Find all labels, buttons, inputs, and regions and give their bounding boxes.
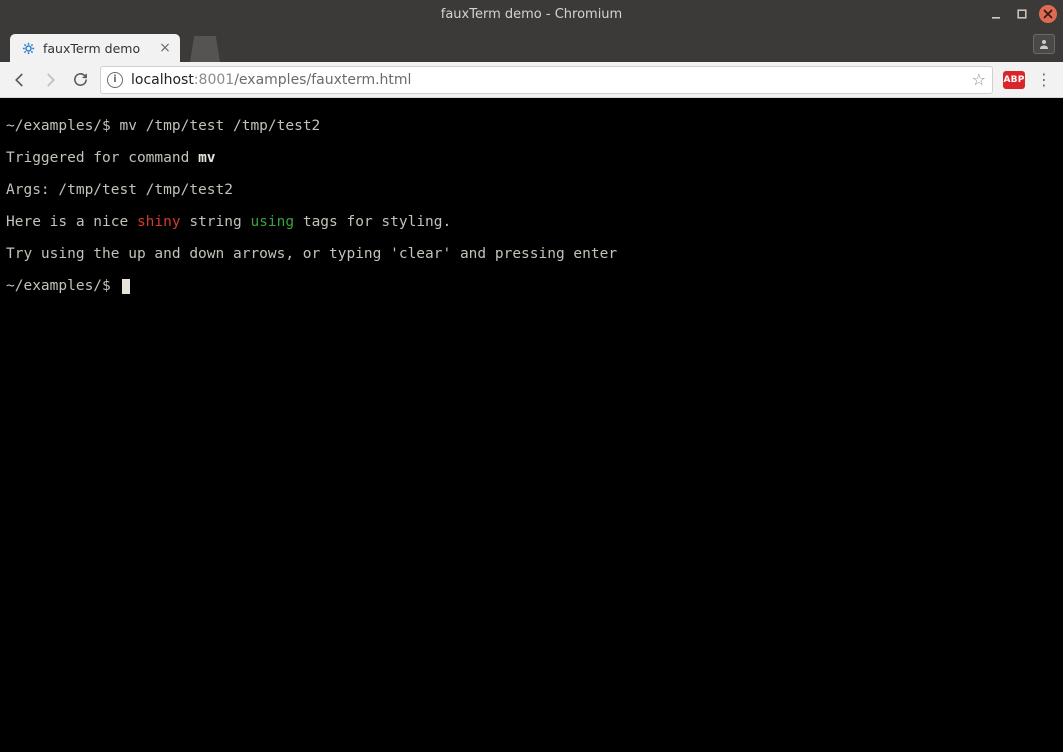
nav-back-button[interactable] (6, 66, 34, 94)
terminal-area[interactable]: ~/examples/$ mv /tmp/test /tmp/test2 Tri… (0, 98, 1063, 752)
window-titlebar: fauxTerm demo - Chromium (0, 0, 1063, 28)
bookmark-star-icon[interactable]: ☆ (972, 70, 986, 89)
window-close-button[interactable] (1039, 5, 1057, 23)
browser-toolbar: i localhost:8001/examples/fauxterm.html … (0, 62, 1063, 98)
site-info-icon[interactable]: i (107, 72, 123, 88)
url-path: /examples/fauxterm.html (234, 72, 411, 88)
url-host: localhost (131, 72, 194, 88)
nav-forward-button[interactable] (36, 66, 64, 94)
terminal-prompt-line: ~/examples/$ (6, 278, 1057, 294)
tab-close-button[interactable]: × (158, 41, 172, 55)
extension-abp-icon[interactable]: ABP (1003, 71, 1025, 89)
nav-reload-button[interactable] (66, 66, 94, 94)
browser-tab-active[interactable]: fauxTerm demo × (10, 34, 180, 62)
url-omnibox[interactable]: i localhost:8001/examples/fauxterm.html … (100, 66, 993, 94)
window-minimize-button[interactable] (987, 5, 1005, 23)
browser-account-button[interactable] (1033, 34, 1055, 54)
window-title: fauxTerm demo - Chromium (0, 7, 1063, 22)
terminal-line: Args: /tmp/test /tmp/test2 (6, 182, 1057, 198)
terminal-cursor (122, 279, 130, 294)
new-tab-button[interactable] (190, 36, 220, 62)
url-port: :8001 (194, 72, 234, 88)
terminal-line: Here is a nice shiny string using tags f… (6, 214, 1057, 230)
browser-tabstrip: fauxTerm demo × (0, 28, 1063, 62)
tab-title: fauxTerm demo (43, 41, 140, 56)
window-maximize-button[interactable] (1013, 5, 1031, 23)
terminal-line: Triggered for command mv (6, 150, 1057, 166)
terminal-line: ~/examples/$ mv /tmp/test /tmp/test2 (6, 118, 1057, 134)
browser-menu-button[interactable]: ⋮ (1031, 70, 1057, 89)
terminal-line: Try using the up and down arrows, or typ… (6, 246, 1057, 262)
tab-favicon-icon (20, 40, 36, 56)
window-controls (987, 5, 1063, 23)
